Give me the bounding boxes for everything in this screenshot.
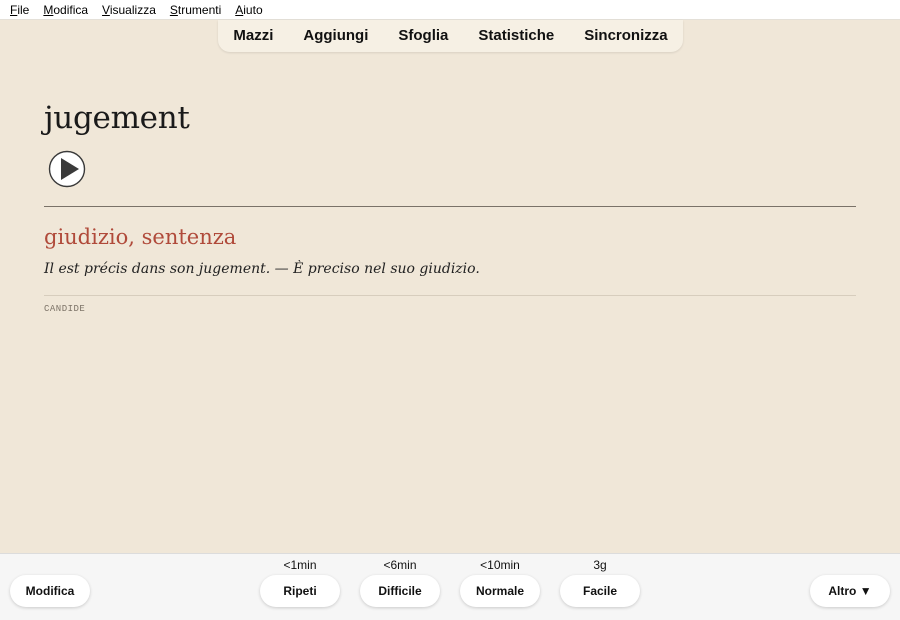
again-button[interactable]: Ripeti [260, 575, 340, 607]
easy-button[interactable]: Facile [560, 575, 640, 607]
deck-tag: CANDIDE [44, 304, 86, 314]
hard-button[interactable]: Difficile [360, 575, 440, 607]
nav-add[interactable]: Aggiungi [288, 20, 383, 52]
menu-bar: File Modifica Visualizza Strumenti Aiuto [0, 0, 900, 20]
menu-file[interactable]: File [3, 0, 36, 20]
nav-browse[interactable]: Sfoglia [383, 20, 463, 52]
nav-stats[interactable]: Statistiche [463, 20, 569, 52]
menu-view[interactable]: Visualizza [95, 0, 163, 20]
bottom-bar: Modifica <1min Ripeti <6min Difficile <1… [0, 553, 900, 620]
interval-hard: <6min [383, 558, 417, 572]
play-icon[interactable] [48, 150, 86, 188]
interval-good: <10min [480, 558, 520, 572]
card-content: jugement giudizio, sentenza Il est préci… [44, 52, 856, 314]
top-nav: Mazzi Aggiungi Sfoglia Statistiche Sincr… [218, 20, 683, 52]
answer-divider [44, 206, 856, 207]
footer-divider [44, 295, 856, 296]
more-button[interactable]: Altro ▼ [810, 575, 890, 607]
menu-edit[interactable]: Modifica [36, 0, 95, 20]
edit-button[interactable]: Modifica [10, 575, 90, 607]
menu-help[interactable]: Aiuto [228, 0, 269, 20]
interval-again: <1min [283, 558, 317, 572]
card-meaning: giudizio, sentenza [44, 225, 237, 249]
good-button[interactable]: Normale [460, 575, 540, 607]
card-word: jugement [44, 100, 190, 136]
card-example: Il est précis dans son jugement. — È pre… [44, 261, 480, 277]
nav-decks[interactable]: Mazzi [218, 20, 288, 52]
interval-easy: 3g [593, 558, 607, 572]
menu-tools[interactable]: Strumenti [163, 0, 228, 20]
nav-sync[interactable]: Sincronizza [569, 20, 682, 52]
